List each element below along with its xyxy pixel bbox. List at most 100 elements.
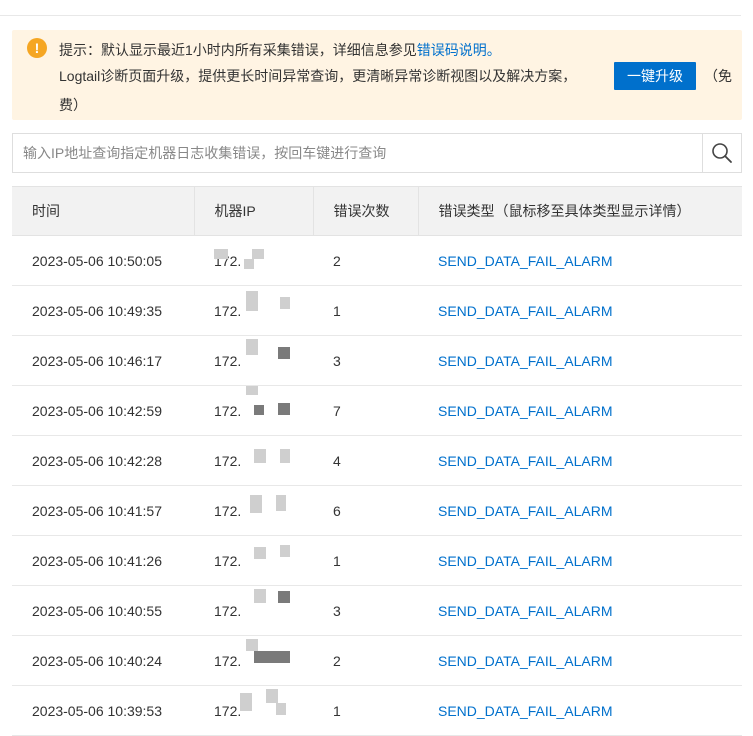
redaction-mask — [240, 692, 252, 711]
table-row: 2023-05-06 10:42:59 172. 7 SEND_DATA_FAIL_A… — [12, 385, 742, 436]
error-type-link[interactable]: SEND_DATA_FAIL_ALARM — [438, 353, 613, 369]
cell-count: 6 — [313, 485, 418, 536]
search-bar — [12, 133, 742, 173]
cell-time: 2023-05-06 10:49:35 — [12, 285, 194, 336]
top-divider — [0, 15, 741, 16]
ip-value: 172. — [214, 494, 286, 519]
redaction-mask — [278, 590, 290, 603]
cell-ip: 172. — [194, 385, 313, 436]
error-type-link[interactable]: SEND_DATA_FAIL_ALARM — [438, 553, 613, 569]
redaction-mask — [246, 338, 258, 355]
redaction-mask — [254, 650, 290, 663]
redaction-mask — [250, 494, 262, 513]
redaction-mask — [254, 588, 266, 603]
cell-ip: 172. — [194, 535, 313, 586]
warning-icon: ! — [27, 38, 47, 58]
cell-error-type: SEND_DATA_FAIL_ALARM — [418, 485, 742, 536]
redaction-mask — [246, 290, 258, 311]
table-row: 2023-05-06 10:46:17 172. 3 SEND_DATA_FAIL_A… — [12, 335, 742, 386]
redaction-mask — [280, 296, 290, 309]
error-type-link[interactable]: SEND_DATA_FAIL_ALARM — [438, 303, 613, 319]
table-row: 2023-05-06 10:40:24 172. 2 SEND_DATA_FAIL_A… — [12, 635, 742, 686]
table-row: 2023-05-06 10:40:55 172. 3 SEND_DATA_FAIL_A… — [12, 585, 742, 636]
error-type-link[interactable]: SEND_DATA_FAIL_ALARM — [438, 603, 613, 619]
ip-text: 172. — [214, 302, 242, 319]
cell-error-type: SEND_DATA_FAIL_ALARM — [418, 335, 742, 386]
cell-count: 1 — [313, 535, 418, 586]
redaction-mask — [266, 688, 278, 703]
cell-count: 2 — [313, 635, 418, 686]
redaction-mask — [280, 448, 290, 463]
table-row: 2023-05-06 10:39:53 172. 1 SEND_DATA_FAIL_A… — [12, 685, 742, 736]
table-row: 2023-05-06 10:42:28 172. 4 SEND_DATA_FAIL_A… — [12, 435, 742, 486]
redaction-mask — [276, 702, 286, 715]
redaction-mask — [254, 448, 266, 463]
ip-value: 172. — [214, 588, 290, 619]
ip-text: 172. — [214, 602, 242, 619]
cell-ip: 172. — [194, 585, 313, 636]
ip-search-input[interactable] — [13, 134, 703, 172]
ip-value: 172. — [214, 290, 290, 319]
redaction-mask — [254, 546, 266, 559]
cell-ip: 172. — [194, 485, 313, 536]
upgrade-button[interactable]: 一键升级 — [614, 62, 696, 90]
cell-count: 7 — [313, 385, 418, 436]
cell-error-type: SEND_DATA_FAIL_ALARM — [418, 285, 742, 336]
ip-text: 172. — [214, 702, 242, 719]
ip-value: 172. — [214, 638, 290, 669]
notice-banner: ! 提示：默认显示最近1小时内所有采集错误，详细信息参见错误码说明。 Logta… — [12, 30, 742, 120]
ip-value: 172. — [214, 385, 290, 419]
notice-line-1: 提示：默认显示最近1小时内所有采集错误，详细信息参见错误码说明。 — [59, 40, 501, 60]
redaction-mask — [276, 494, 286, 511]
redaction-mask — [280, 544, 290, 557]
error-type-link[interactable]: SEND_DATA_FAIL_ALARM — [438, 403, 613, 419]
table-header-row: 时间 机器IP 错误次数 错误类型（鼠标移至具体类型显示详情） — [12, 186, 742, 236]
error-table: 时间 机器IP 错误次数 错误类型（鼠标移至具体类型显示详情） 2023-05-… — [12, 186, 742, 736]
redaction-mask — [246, 638, 258, 651]
cell-error-type: SEND_DATA_FAIL_ALARM — [418, 235, 742, 286]
cell-time: 2023-05-06 10:41:26 — [12, 535, 194, 586]
cell-error-type: SEND_DATA_FAIL_ALARM — [418, 685, 742, 736]
ip-text: 172. — [214, 652, 242, 669]
redaction-mask — [278, 402, 290, 415]
cell-error-type: SEND_DATA_FAIL_ALARM — [418, 585, 742, 636]
cell-error-type: SEND_DATA_FAIL_ALARM — [418, 635, 742, 686]
cell-time: 2023-05-06 10:39:53 — [12, 685, 194, 736]
cell-count: 1 — [313, 685, 418, 736]
notice-text: 提示：默认显示最近1小时内所有采集错误，详细信息参见 — [59, 42, 417, 58]
error-type-link[interactable]: SEND_DATA_FAIL_ALARM — [438, 653, 613, 669]
cell-time: 2023-05-06 10:40:24 — [12, 635, 194, 686]
cell-time: 2023-05-06 10:41:57 — [12, 485, 194, 536]
notice-line-2: Logtail诊断页面升级，提供更长时间异常查询，更清晰异常诊断视图以及解决方案… — [59, 68, 577, 84]
ip-value: 172. — [214, 448, 290, 469]
error-type-link[interactable]: SEND_DATA_FAIL_ALARM — [438, 703, 613, 719]
ip-value: 172. — [214, 544, 290, 569]
table-row: 2023-05-06 10:41:57 172. 6 SEND_DATA_FAIL_A… — [12, 485, 742, 536]
error-type-link[interactable]: SEND_DATA_FAIL_ALARM — [438, 253, 613, 269]
error-type-link[interactable]: SEND_DATA_FAIL_ALARM — [438, 503, 613, 519]
cell-count: 4 — [313, 435, 418, 486]
cell-ip: 172. — [194, 685, 313, 736]
header-count: 错误次数 — [312, 186, 418, 236]
redaction-mask — [214, 248, 228, 259]
ip-text: 172. — [214, 452, 242, 469]
redaction-mask — [254, 404, 264, 415]
error-code-link[interactable]: 错误码说明。 — [417, 42, 501, 58]
header-ip: 机器IP — [193, 186, 313, 236]
redaction-mask — [246, 385, 258, 395]
cell-error-type: SEND_DATA_FAIL_ALARM — [418, 435, 742, 486]
search-button[interactable] — [702, 134, 741, 172]
redaction-mask — [252, 248, 264, 259]
cell-time: 2023-05-06 10:50:05 — [12, 235, 194, 286]
cell-count: 1 — [313, 285, 418, 336]
ip-value: 172. — [214, 338, 290, 369]
cell-time: 2023-05-06 10:42:28 — [12, 435, 194, 486]
table-row: 2023-05-06 10:50:05 172. 2 SEND_DATA_FAIL_A… — [12, 235, 742, 286]
cell-time: 2023-05-06 10:42:59 — [12, 385, 194, 436]
ip-text: 172. — [214, 352, 242, 369]
error-type-link[interactable]: SEND_DATA_FAIL_ALARM — [438, 453, 613, 469]
redaction-mask — [278, 346, 290, 359]
header-error-type: 错误类型（鼠标移至具体类型显示详情） — [417, 186, 742, 236]
cell-time: 2023-05-06 10:40:55 — [12, 585, 194, 636]
table-row: 2023-05-06 10:41:26 172. 1 SEND_DATA_FAIL_A… — [12, 535, 742, 586]
